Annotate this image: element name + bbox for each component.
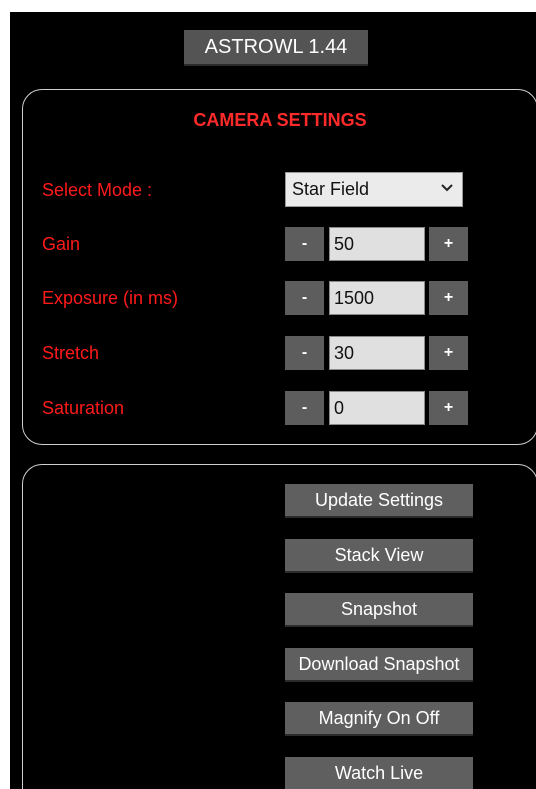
mode-select[interactable]: Star Field bbox=[285, 172, 463, 207]
stretch-label: Stretch bbox=[42, 343, 100, 363]
snapshot-button[interactable]: Snapshot bbox=[285, 593, 473, 627]
camera-settings-panel: CAMERA SETTINGS Select Mode : Star Field… bbox=[22, 89, 536, 445]
gain-label: Gain bbox=[42, 234, 81, 254]
stretch-increment-button[interactable]: + bbox=[429, 336, 468, 370]
saturation-label: Saturation bbox=[42, 398, 125, 418]
saturation-decrement-button[interactable]: - bbox=[285, 391, 324, 425]
mode-label: Select Mode : bbox=[42, 180, 153, 200]
exposure-increment-button[interactable]: + bbox=[429, 281, 468, 315]
exposure-decrement-button[interactable]: - bbox=[285, 281, 324, 315]
gain-increment-button[interactable]: + bbox=[429, 227, 468, 261]
magnify-toggle-button[interactable]: Magnify On Off bbox=[285, 702, 473, 736]
actions-panel: Update Settings Stack View Snapshot Down… bbox=[22, 464, 536, 789]
update-settings-button[interactable]: Update Settings bbox=[285, 484, 473, 518]
stretch-decrement-button[interactable]: - bbox=[285, 336, 324, 370]
gain-decrement-button[interactable]: - bbox=[285, 227, 324, 261]
exposure-label: Exposure (in ms) bbox=[42, 288, 179, 308]
camera-settings-heading: CAMERA SETTINGS bbox=[193, 110, 367, 130]
app-screen: ASTROWL 1.44 CAMERA SETTINGS Select Mode… bbox=[10, 12, 536, 789]
stack-view-button[interactable]: Stack View bbox=[285, 539, 473, 573]
stretch-input[interactable]: 30 bbox=[329, 336, 425, 370]
download-snapshot-button[interactable]: Download Snapshot bbox=[285, 648, 473, 682]
exposure-input[interactable]: 1500 bbox=[329, 281, 425, 315]
saturation-increment-button[interactable]: + bbox=[429, 391, 468, 425]
saturation-input[interactable]: 0 bbox=[329, 391, 425, 425]
gain-input[interactable]: 50 bbox=[329, 227, 425, 261]
mode-select-value: Star Field bbox=[292, 179, 370, 199]
watch-live-button[interactable]: Watch Live bbox=[285, 757, 473, 789]
app-title-badge: ASTROWL 1.44 bbox=[184, 30, 368, 66]
chevron-down-icon bbox=[441, 184, 453, 192]
